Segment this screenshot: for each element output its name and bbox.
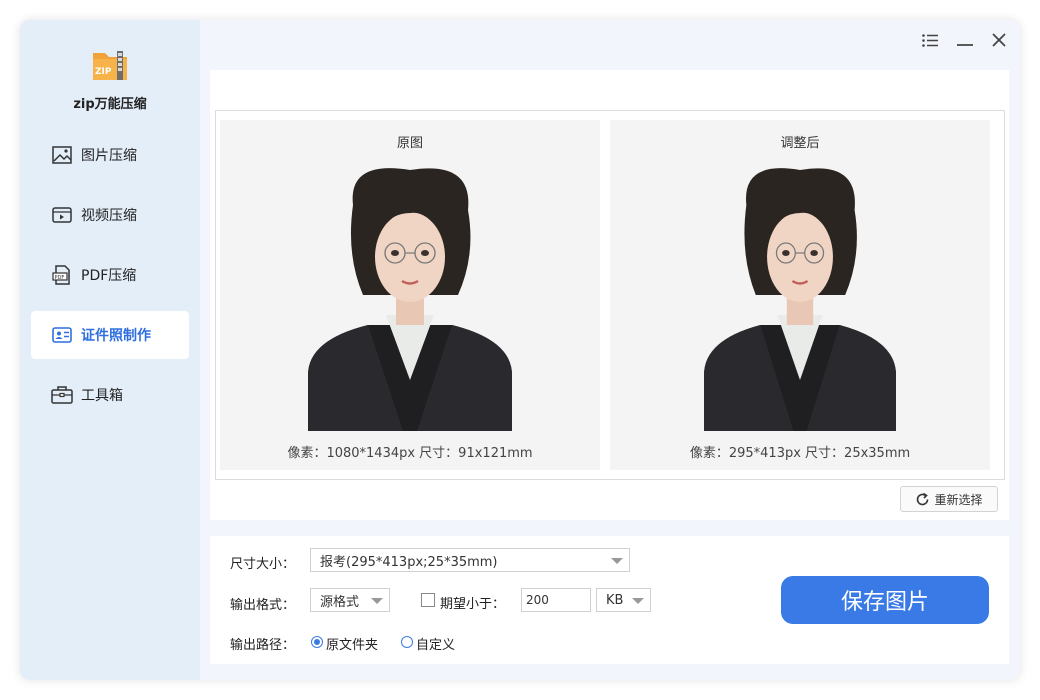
app-title: zip万能压缩 (73, 97, 147, 112)
sidebar-item-toolbox[interactable]: 工具箱 (31, 371, 189, 419)
adjusted-panel: 调整后 像素：295*413px 尺寸：25x35mm (610, 120, 990, 470)
sidebar-item-label: PDF压缩 (81, 268, 137, 284)
chevron-down-icon (371, 598, 383, 604)
unit-select[interactable]: KB (596, 588, 651, 612)
sidebar-item-id-photo[interactable]: 证件照制作 (31, 311, 189, 359)
expect-label: 期望小于： (440, 597, 506, 612)
chevron-down-icon (632, 598, 644, 604)
size-select[interactable]: 报考(295*413px;25*35mm) (310, 548, 630, 572)
compare-frame: 原图 像素：1080*1434px 尺寸：91x121mm 调整后 像素：295… (215, 110, 1005, 480)
save-button[interactable]: 保存图片 (781, 576, 989, 624)
close-icon (992, 32, 1006, 51)
pdf-icon: PDF (51, 264, 73, 286)
sidebar-item-pdf-compress[interactable]: PDF PDF压缩 (31, 251, 189, 299)
video-icon (51, 204, 73, 226)
format-label: 输出格式： (230, 598, 296, 613)
expect-size-input[interactable] (521, 588, 591, 612)
reselect-label: 重新选择 (934, 492, 983, 507)
adjusted-info: 像素：295*413px 尺寸：25x35mm (689, 446, 911, 461)
close-button[interactable] (988, 30, 1010, 52)
format-select-value: 源格式 (320, 594, 360, 610)
minimize-button[interactable] (954, 30, 976, 52)
logo-text: ZIP (95, 67, 112, 77)
svg-text:PDF: PDF (55, 275, 65, 281)
app-window: ZIP zip万能压缩 图片压缩 视频压缩 PDF PDF压缩 证件照制作 工具… (20, 20, 1020, 680)
original-panel: 原图 像素：1080*1434px 尺寸：91x121mm (220, 120, 600, 470)
original-portrait-image (308, 165, 512, 431)
sidebar-item-label: 图片压缩 (81, 148, 137, 164)
sidebar-item-label: 证件照制作 (81, 328, 151, 344)
adjusted-title: 调整后 (780, 136, 820, 151)
toolbox-icon (51, 384, 73, 406)
menu-button[interactable] (919, 30, 941, 52)
path-original-radio[interactable] (311, 636, 323, 648)
sidebar-item-label: 工具箱 (81, 388, 123, 404)
id-photo-icon (51, 324, 73, 346)
expect-size-checkbox[interactable] (421, 593, 435, 607)
original-info: 像素：1080*1434px 尺寸：91x121mm (287, 446, 533, 461)
size-label: 尺寸大小： (230, 557, 296, 572)
original-title: 原图 (396, 136, 423, 151)
path-custom-radio[interactable] (401, 636, 413, 648)
sidebar-item-label: 视频压缩 (81, 208, 137, 224)
image-icon (51, 144, 73, 166)
path-custom-label: 自定义 (416, 638, 456, 653)
path-label: 输出路径： (230, 638, 296, 653)
app-logo-icon: ZIP (91, 47, 129, 82)
reselect-button[interactable]: 重新选择 (900, 486, 998, 512)
preview-area: 原图 像素：1080*1434px 尺寸：91x121mm 调整后 像素：295… (210, 70, 1009, 520)
sidebar-item-video-compress[interactable]: 视频压缩 (31, 191, 189, 239)
size-select-value: 报考(295*413px;25*35mm) (320, 554, 498, 570)
chevron-down-icon (611, 558, 623, 564)
unit-select-value: KB (606, 592, 624, 608)
adjusted-portrait-image (704, 165, 896, 431)
sidebar: ZIP zip万能压缩 图片压缩 视频压缩 PDF PDF压缩 证件照制作 工具… (20, 20, 200, 680)
minimize-icon (957, 32, 973, 51)
sidebar-item-image-compress[interactable]: 图片压缩 (31, 131, 189, 179)
list-menu-icon (922, 32, 938, 51)
path-original-label: 原文件夹 (326, 638, 379, 653)
settings-panel: 尺寸大小： 报考(295*413px;25*35mm) 输出格式： 源格式 期望… (210, 536, 1009, 664)
refresh-icon (915, 492, 930, 507)
format-select[interactable]: 源格式 (310, 588, 390, 612)
